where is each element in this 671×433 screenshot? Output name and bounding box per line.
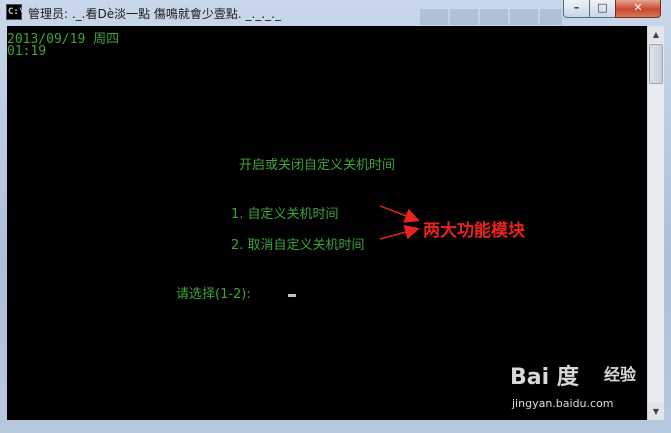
window-bottom-border xyxy=(0,420,671,433)
console-window: C:\ 管理员: ._.看Dè淡一點 傷鳴就會少壹點. _._._._ – □ … xyxy=(0,0,671,433)
arrow-to-option-2 xyxy=(379,224,420,240)
scroll-up-button[interactable]: ▲ xyxy=(648,26,664,43)
baidu-jingyan-watermark: Bai 度 经验 jingyan.baidu.com xyxy=(510,355,660,415)
close-button[interactable]: ✕ xyxy=(615,0,661,18)
minimize-button[interactable]: – xyxy=(563,0,590,18)
cmd-app-icon[interactable]: C:\ xyxy=(6,4,24,20)
watermark-brand: 经验 xyxy=(604,365,637,384)
scroll-thumb[interactable] xyxy=(649,44,663,84)
annotation-label: 两大功能模块 xyxy=(423,221,525,241)
window-title: 管理员: ._.看Dè淡一點 傷鳴就會少壹點. _._._._ xyxy=(28,7,281,21)
title-bar[interactable]: C:\ 管理员: ._.看Dè淡一點 傷鳴就會少壹點. _._._._ – □ … xyxy=(0,0,671,26)
background-window-strip xyxy=(420,9,562,25)
arrow-to-option-1 xyxy=(379,205,420,223)
watermark-logo: Bai 度 xyxy=(510,365,579,390)
maximize-button[interactable]: □ xyxy=(589,0,616,18)
watermark-url: jingyan.baidu.com xyxy=(512,397,614,410)
